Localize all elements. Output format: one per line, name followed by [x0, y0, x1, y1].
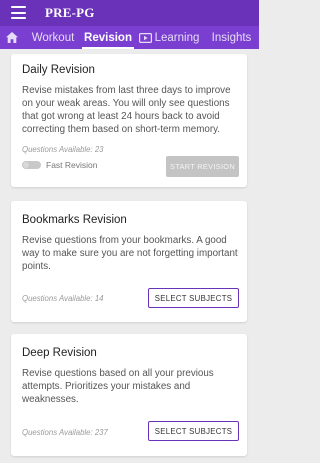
tab-workout[interactable]: Workout	[24, 26, 82, 49]
card-description: Revise questions from your bookmarks. A …	[22, 235, 238, 272]
play-icon	[138, 32, 152, 43]
tab-learning-label: Learning	[154, 31, 200, 44]
fast-revision-toggle[interactable]: Fast Revision	[22, 160, 98, 170]
card-description: Revise mistakes from last three days to …	[22, 85, 231, 135]
questions-available: Questions Available: 14	[22, 294, 104, 303]
tab-bar: Workout Revision Learning Insights	[0, 26, 259, 49]
select-subjects-button[interactable]: SELECT SUBJECTS	[148, 421, 239, 441]
tab-learning[interactable]: Learning	[134, 26, 204, 49]
deep-revision-card: Deep Revision Revise questions based on …	[11, 334, 247, 456]
daily-revision-card: Daily Revision Revise mistakes from last…	[11, 54, 247, 187]
tab-insights[interactable]: Insights	[204, 26, 259, 49]
menu-icon[interactable]	[11, 6, 26, 19]
home-icon	[6, 32, 18, 43]
toggle-switch[interactable]	[22, 161, 41, 169]
toggle-label: Fast Revision	[46, 160, 98, 170]
tab-insights-label: Insights	[211, 31, 252, 44]
card-title: Daily Revision	[22, 64, 95, 76]
app-title: PRE-PG	[45, 5, 95, 20]
start-revision-button[interactable]: START REVISION	[166, 156, 239, 177]
questions-available: Questions Available: 23	[22, 145, 104, 154]
bookmarks-revision-card: Bookmarks Revision Revise questions from…	[11, 201, 247, 322]
card-title: Deep Revision	[22, 347, 97, 359]
tab-revision-label: Revision	[84, 31, 132, 44]
select-subjects-button[interactable]: SELECT SUBJECTS	[148, 288, 239, 308]
tab-workout-label: Workout	[31, 31, 75, 44]
questions-available: Questions Available: 237	[22, 428, 108, 437]
app-bar: PRE-PG	[0, 0, 259, 26]
card-title: Bookmarks Revision	[22, 214, 127, 226]
tab-revision[interactable]: Revision	[82, 26, 134, 49]
app: PRE-PG Workout Revision Learning Insight…	[0, 0, 259, 463]
tab-home[interactable]	[0, 26, 24, 49]
card-description: Revise questions based on all your previ…	[22, 368, 214, 405]
